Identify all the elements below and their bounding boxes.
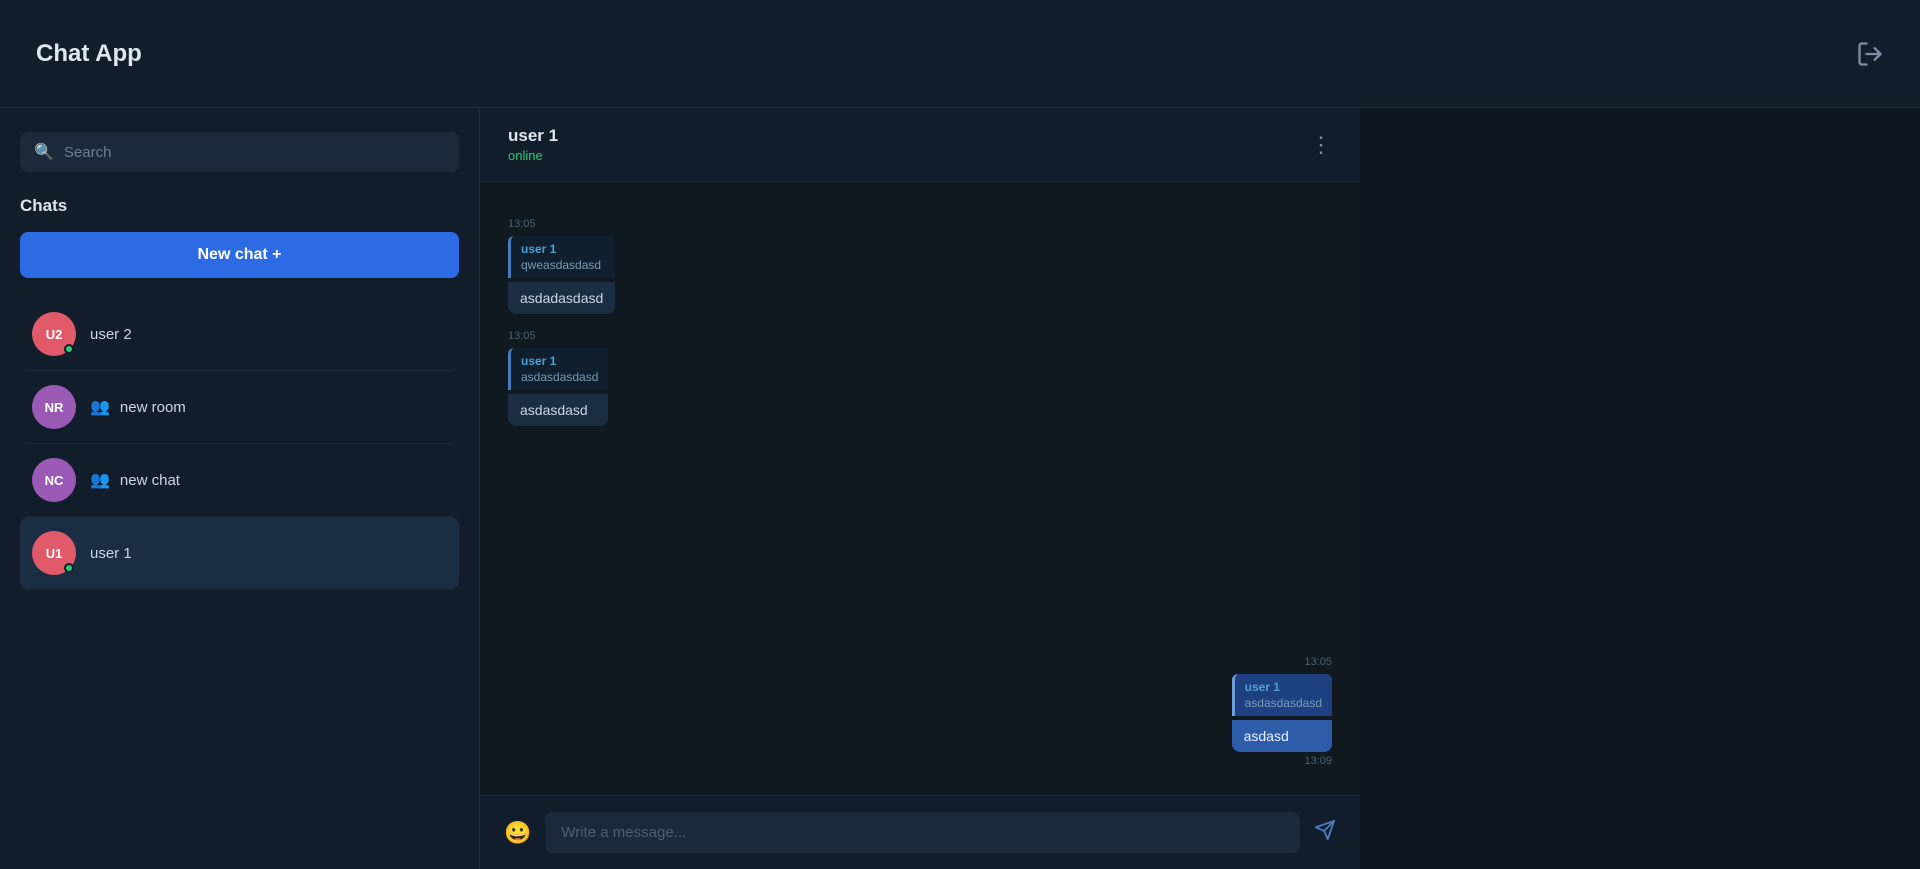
msg-timestamp-3: 13:05 [508, 656, 1332, 668]
avatar-user1: U1 [32, 531, 76, 575]
msg-text-3: asdasd [1232, 720, 1332, 752]
group-icon-newchat: 👥 [90, 470, 110, 490]
chat-name-newroom: new room [120, 399, 413, 416]
right-panel [1360, 108, 1920, 869]
msg-time-below-3: 13:09 [1232, 755, 1332, 767]
chats-label: Chats [20, 196, 459, 216]
msg-row-2: user 1 asdasdasdasd asdasdasd [508, 348, 1332, 426]
chat-name-user1: user 1 [90, 545, 413, 562]
group-icon-newroom: 👥 [90, 397, 110, 417]
avatar-label: U2 [46, 327, 63, 342]
search-icon: 🔍 [34, 142, 54, 162]
search-input[interactable] [64, 144, 445, 161]
emoji-button[interactable]: 😀 [504, 820, 531, 846]
chat-item-newchat[interactable]: NC 👥 new chat 🗑 [20, 444, 459, 517]
online-indicator [64, 344, 74, 354]
chat-header-info: user 1 online [508, 126, 558, 163]
search-bar: 🔍 [20, 132, 459, 172]
msg-row-3: user 1 asdasdasdasd asdasd 13:09 [508, 674, 1332, 767]
msg-quoted-2: user 1 asdasdasdasd [508, 348, 608, 390]
avatar-user2: U2 [32, 312, 76, 356]
chat-header-status: online [508, 148, 558, 163]
logout-icon[interactable] [1856, 40, 1884, 68]
online-indicator [64, 563, 74, 573]
chat-item-user2[interactable]: U2 user 2 🗑 [20, 298, 459, 371]
message-input-bar: 😀 [480, 795, 1360, 869]
top-header: Chat App [0, 0, 1920, 108]
msg-row-1: user 1 qweasdasdasd asdadasdasd [508, 236, 1332, 314]
chat-item-user1[interactable]: U1 user 1 🗑 [20, 517, 459, 590]
chat-list: U2 user 2 🗑 NR 👥 new room 🗑 NC [20, 298, 459, 590]
chat-header: user 1 online ⋮ [480, 108, 1360, 182]
chat-header-name: user 1 [508, 126, 558, 146]
avatar-newroom: NR [32, 385, 76, 429]
messages-area: 13:05 user 1 qweasdasdasd asdadasdasd 13… [480, 182, 1360, 795]
msg-quoted-3: user 1 asdasdasdasd [1232, 674, 1332, 716]
msg-timestamp-1: 13:05 [508, 218, 1332, 230]
msg-bubble-group-3: user 1 asdasdasdasd asdasd 13:09 [1232, 674, 1332, 767]
app-title: Chat App [36, 40, 142, 68]
chat-area: user 1 online ⋮ 13:05 user 1 qweasdasdas… [480, 108, 1360, 869]
msg-quoted-text-2: asdasdasdasd [521, 370, 598, 384]
sidebar: 🔍 Chats New chat + U2 user 2 🗑 NR 👥 [0, 108, 480, 869]
avatar-newchat: NC [32, 458, 76, 502]
msg-quoted-text-1: qweasdasdasd [521, 258, 605, 272]
msg-quoted-1: user 1 qweasdasdasd [508, 236, 615, 278]
msg-timestamp-2: 13:05 [508, 330, 1332, 342]
msg-quoted-text-3: asdasdasdasd [1245, 696, 1322, 710]
msg-bubble-group-2: user 1 asdasdasdasd asdasdasd [508, 348, 608, 426]
msg-text-1: asdadasdasd [508, 282, 615, 314]
msg-bubble-group-1: user 1 qweasdasdasd asdadasdasd [508, 236, 615, 314]
chat-item-newroom[interactable]: NR 👥 new room 🗑 [20, 371, 459, 444]
new-chat-button[interactable]: New chat + [20, 232, 459, 278]
more-options-icon[interactable]: ⋮ [1310, 132, 1332, 158]
msg-quoted-name-1: user 1 [521, 242, 605, 256]
msg-quoted-name-3: user 1 [1245, 680, 1322, 694]
send-button[interactable] [1314, 819, 1336, 847]
chat-name-newchat: new chat [120, 472, 413, 489]
msg-text-2: asdasdasd [508, 394, 608, 426]
msg-quoted-name-2: user 1 [521, 354, 598, 368]
avatar-label: NR [45, 400, 64, 415]
avatar-label: U1 [46, 546, 63, 561]
main-body: 🔍 Chats New chat + U2 user 2 🗑 NR 👥 [0, 108, 1920, 869]
chat-name-user2: user 2 [90, 326, 413, 343]
message-input[interactable] [545, 812, 1300, 853]
avatar-label: NC [45, 473, 64, 488]
